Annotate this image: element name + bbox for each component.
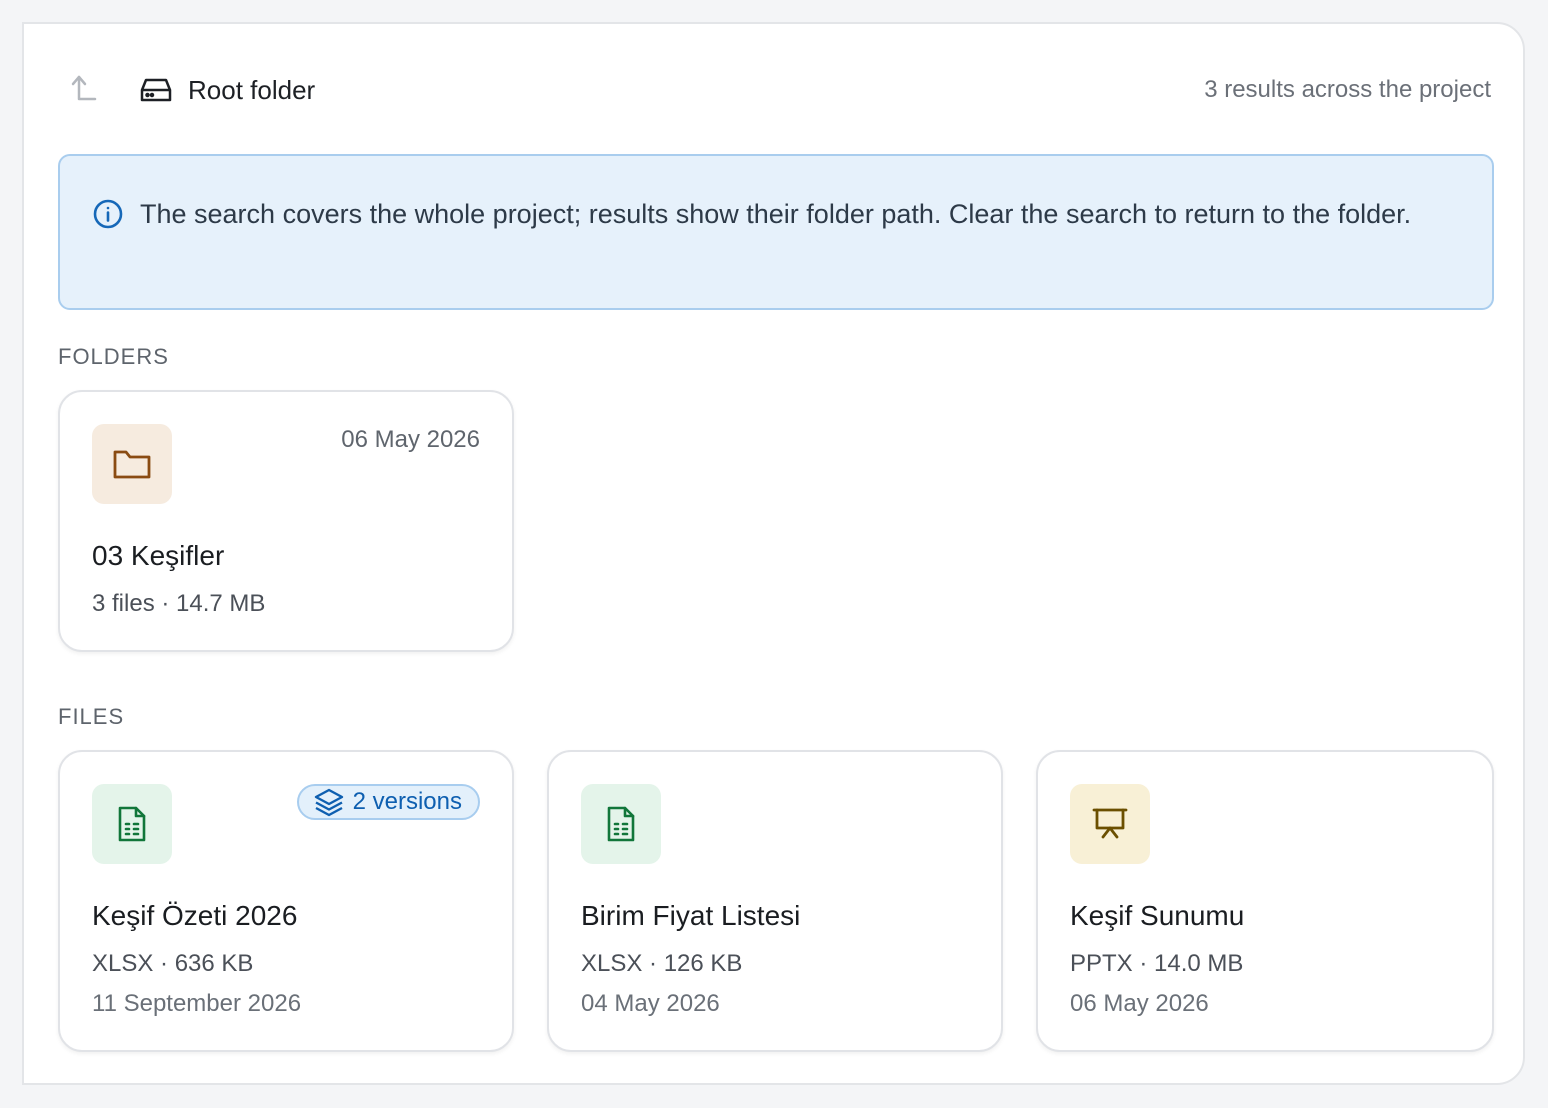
arrow-up-left-icon bbox=[71, 75, 97, 101]
files-section-label: FILES bbox=[58, 704, 125, 729]
presentation-icon bbox=[1092, 808, 1128, 839]
folders-section-label: FOLDERS bbox=[58, 344, 169, 369]
file-meta: PPTX · 14.0 MB bbox=[1070, 950, 1244, 977]
banner-message: The search covers the whole project; res… bbox=[140, 199, 1412, 229]
info-icon bbox=[93, 199, 123, 229]
file-tile bbox=[581, 784, 661, 864]
file-card[interactable]: 2 versions Keşif Özeti 2026 XLSX · 636 K… bbox=[58, 750, 514, 1052]
file-name: Keşif Özeti 2026 bbox=[92, 900, 298, 931]
file-name: Birim Fiyat Listesi bbox=[581, 900, 801, 931]
file-date: 06 May 2026 bbox=[1070, 990, 1209, 1017]
file-meta: XLSX · 126 KB bbox=[581, 950, 743, 977]
hard-drive-icon bbox=[140, 78, 172, 102]
navigate-up-button[interactable] bbox=[58, 64, 110, 116]
folder-card[interactable]: 06 May 2026 03 Keşifler 3 files · 14.7 M… bbox=[58, 390, 514, 652]
layers-icon bbox=[314, 788, 343, 817]
versions-label: 2 versions bbox=[352, 788, 462, 815]
file-date: 04 May 2026 bbox=[581, 990, 720, 1017]
file-card[interactable]: Birim Fiyat Listesi XLSX · 126 KB 04 May… bbox=[547, 750, 1003, 1052]
folder-name: 03 Keşifler bbox=[92, 540, 225, 571]
folder-meta: 3 files · 14.7 MB bbox=[92, 590, 266, 617]
file-name: Keşif Sunumu bbox=[1070, 900, 1245, 931]
file-meta: XLSX · 636 KB bbox=[92, 950, 254, 977]
current-folder-label: Root folder bbox=[188, 74, 316, 105]
file-card[interactable]: Keşif Sunumu PPTX · 14.0 MB 06 May 2026 bbox=[1036, 750, 1494, 1052]
search-info-banner: The search covers the whole project; res… bbox=[58, 154, 1494, 310]
folder-icon bbox=[113, 450, 151, 479]
spreadsheet-icon bbox=[118, 806, 146, 842]
breadcrumb[interactable]: Root folder bbox=[140, 75, 315, 106]
folder-date: 06 May 2026 bbox=[341, 426, 480, 453]
file-tile bbox=[1070, 784, 1150, 864]
toolbar: Root folder 3 results across the project bbox=[58, 64, 1491, 116]
folder-tile bbox=[92, 424, 172, 504]
file-date: 11 September 2026 bbox=[92, 990, 302, 1017]
file-tile bbox=[92, 784, 172, 864]
result-count: 3 results across the project bbox=[1204, 76, 1491, 103]
versions-badge[interactable]: 2 versions bbox=[296, 784, 480, 820]
spreadsheet-icon bbox=[607, 806, 635, 842]
file-browser-panel: Root folder 3 results across the project… bbox=[22, 22, 1525, 1085]
